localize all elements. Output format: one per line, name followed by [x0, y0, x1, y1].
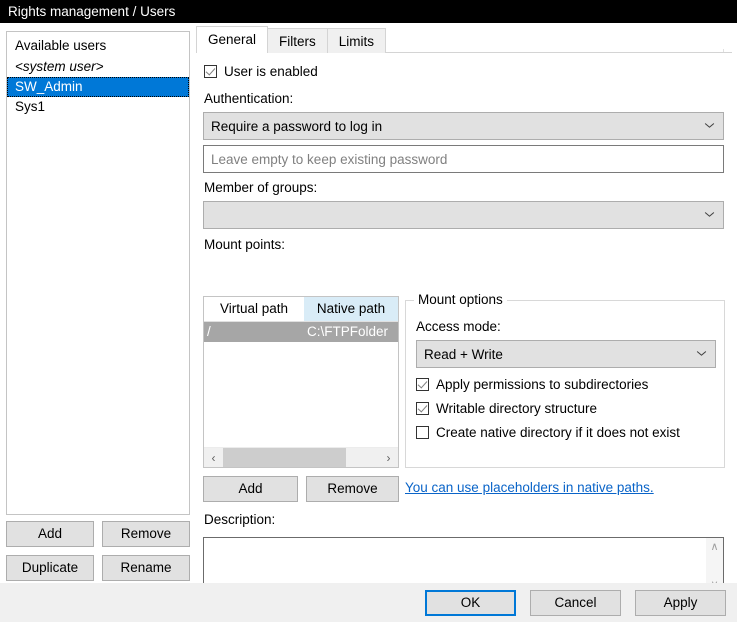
authentication-selected-value: Require a password to log in	[211, 118, 383, 134]
groups-label: Member of groups:	[204, 180, 318, 195]
dialog-footer: OK Cancel Apply	[0, 583, 737, 622]
apply-permissions-label: Apply permissions to subdirectories	[436, 377, 649, 392]
mount-points-horizontal-scrollbar[interactable]: ‹ ›	[204, 447, 398, 467]
mount-points-label: Mount points:	[204, 237, 286, 252]
chevron-down-icon	[705, 212, 714, 218]
access-mode-select[interactable]: Read + Write	[416, 340, 716, 368]
create-native-dir-label: Create native directory if it does not e…	[436, 425, 680, 440]
dialog-action-buttons: OK Cancel Apply	[425, 590, 726, 616]
checkbox-icon-writable-structure[interactable]	[416, 402, 429, 415]
ok-button[interactable]: OK	[425, 590, 516, 616]
scroll-right-icon[interactable]: ›	[379, 448, 398, 467]
authentication-label: Authentication:	[204, 91, 294, 106]
checkbox-icon-user-enabled[interactable]	[204, 65, 217, 78]
authentication-select[interactable]: Require a password to log in	[203, 112, 724, 140]
password-field[interactable]: Leave empty to keep existing password	[203, 145, 724, 173]
scroll-left-icon[interactable]: ‹	[204, 448, 223, 467]
chevron-down-icon	[705, 123, 714, 129]
password-placeholder: Leave empty to keep existing password	[211, 151, 448, 167]
add-mount-point-button[interactable]: Add	[203, 476, 298, 502]
checkbox-icon-apply-permissions[interactable]	[416, 378, 429, 391]
column-header-native-path[interactable]: Native path	[304, 297, 398, 321]
writable-structure-row[interactable]: Writable directory structure	[416, 401, 597, 416]
scrollbar-thumb[interactable]	[223, 448, 346, 467]
tab-filters[interactable]: Filters	[267, 28, 328, 53]
user-enabled-row[interactable]: User is enabled	[204, 64, 318, 79]
scroll-up-icon[interactable]: ∧	[710, 538, 718, 555]
column-header-virtual-path[interactable]: Virtual path	[204, 297, 304, 321]
user-enabled-label: User is enabled	[224, 64, 318, 79]
remove-user-button[interactable]: Remove	[102, 521, 190, 547]
add-user-button[interactable]: Add	[6, 521, 94, 547]
groups-select[interactable]	[203, 201, 724, 229]
description-label: Description:	[204, 512, 276, 527]
list-item-system-user[interactable]: <system user>	[7, 57, 189, 77]
cell-virtual-path: /	[204, 322, 304, 342]
general-tab-panel: User is enabled Authentication: Require …	[196, 52, 732, 594]
cell-native-path: C:\FTPFolder	[304, 322, 398, 342]
window-titlebar: Rights management / Users	[0, 0, 737, 23]
access-mode-selected-value: Read + Write	[424, 346, 503, 362]
list-item-sw-admin[interactable]: SW_Admin	[7, 77, 189, 97]
apply-permissions-row[interactable]: Apply permissions to subdirectories	[416, 377, 648, 392]
list-item-sys1[interactable]: Sys1	[7, 97, 189, 117]
dialog-body: Available users <system user> SW_Admin S…	[0, 23, 737, 605]
table-row[interactable]: / C:\FTPFolder	[204, 322, 398, 342]
available-users-panel: Available users <system user> SW_Admin S…	[6, 31, 190, 515]
access-mode-label: Access mode:	[416, 319, 501, 334]
create-native-dir-row[interactable]: Create native directory if it does not e…	[416, 425, 680, 440]
writable-structure-label: Writable directory structure	[436, 401, 598, 416]
available-users-list[interactable]: <system user> SW_Admin Sys1	[7, 57, 189, 117]
tab-limits[interactable]: Limits	[326, 28, 387, 53]
mount-options-legend: Mount options	[414, 292, 507, 307]
mount-points-header-row: Virtual path Native path	[204, 297, 398, 322]
rename-user-button[interactable]: Rename	[102, 555, 190, 581]
tab-strip: General Filters Limits	[196, 26, 387, 53]
placeholders-help-link[interactable]: You can use placeholders in native paths…	[405, 480, 654, 495]
checkbox-icon-create-native-dir[interactable]	[416, 426, 429, 439]
available-users-header: Available users	[15, 38, 107, 53]
mount-options-groupbox: Mount options Access mode: Read + Write …	[405, 292, 725, 468]
tab-general[interactable]: General	[196, 26, 269, 53]
window-title: Rights management / Users	[8, 4, 176, 19]
cancel-button[interactable]: Cancel	[530, 590, 621, 616]
mount-points-table[interactable]: Virtual path Native path / C:\FTPFolder …	[203, 296, 399, 468]
remove-mount-point-button[interactable]: Remove	[306, 476, 399, 502]
chevron-down-icon	[697, 351, 706, 357]
settings-tab-area: General Filters Limits User is enabled A…	[196, 26, 732, 594]
apply-button[interactable]: Apply	[635, 590, 726, 616]
user-management-buttons: Add Remove Duplicate Rename	[6, 521, 190, 581]
duplicate-user-button[interactable]: Duplicate	[6, 555, 94, 581]
